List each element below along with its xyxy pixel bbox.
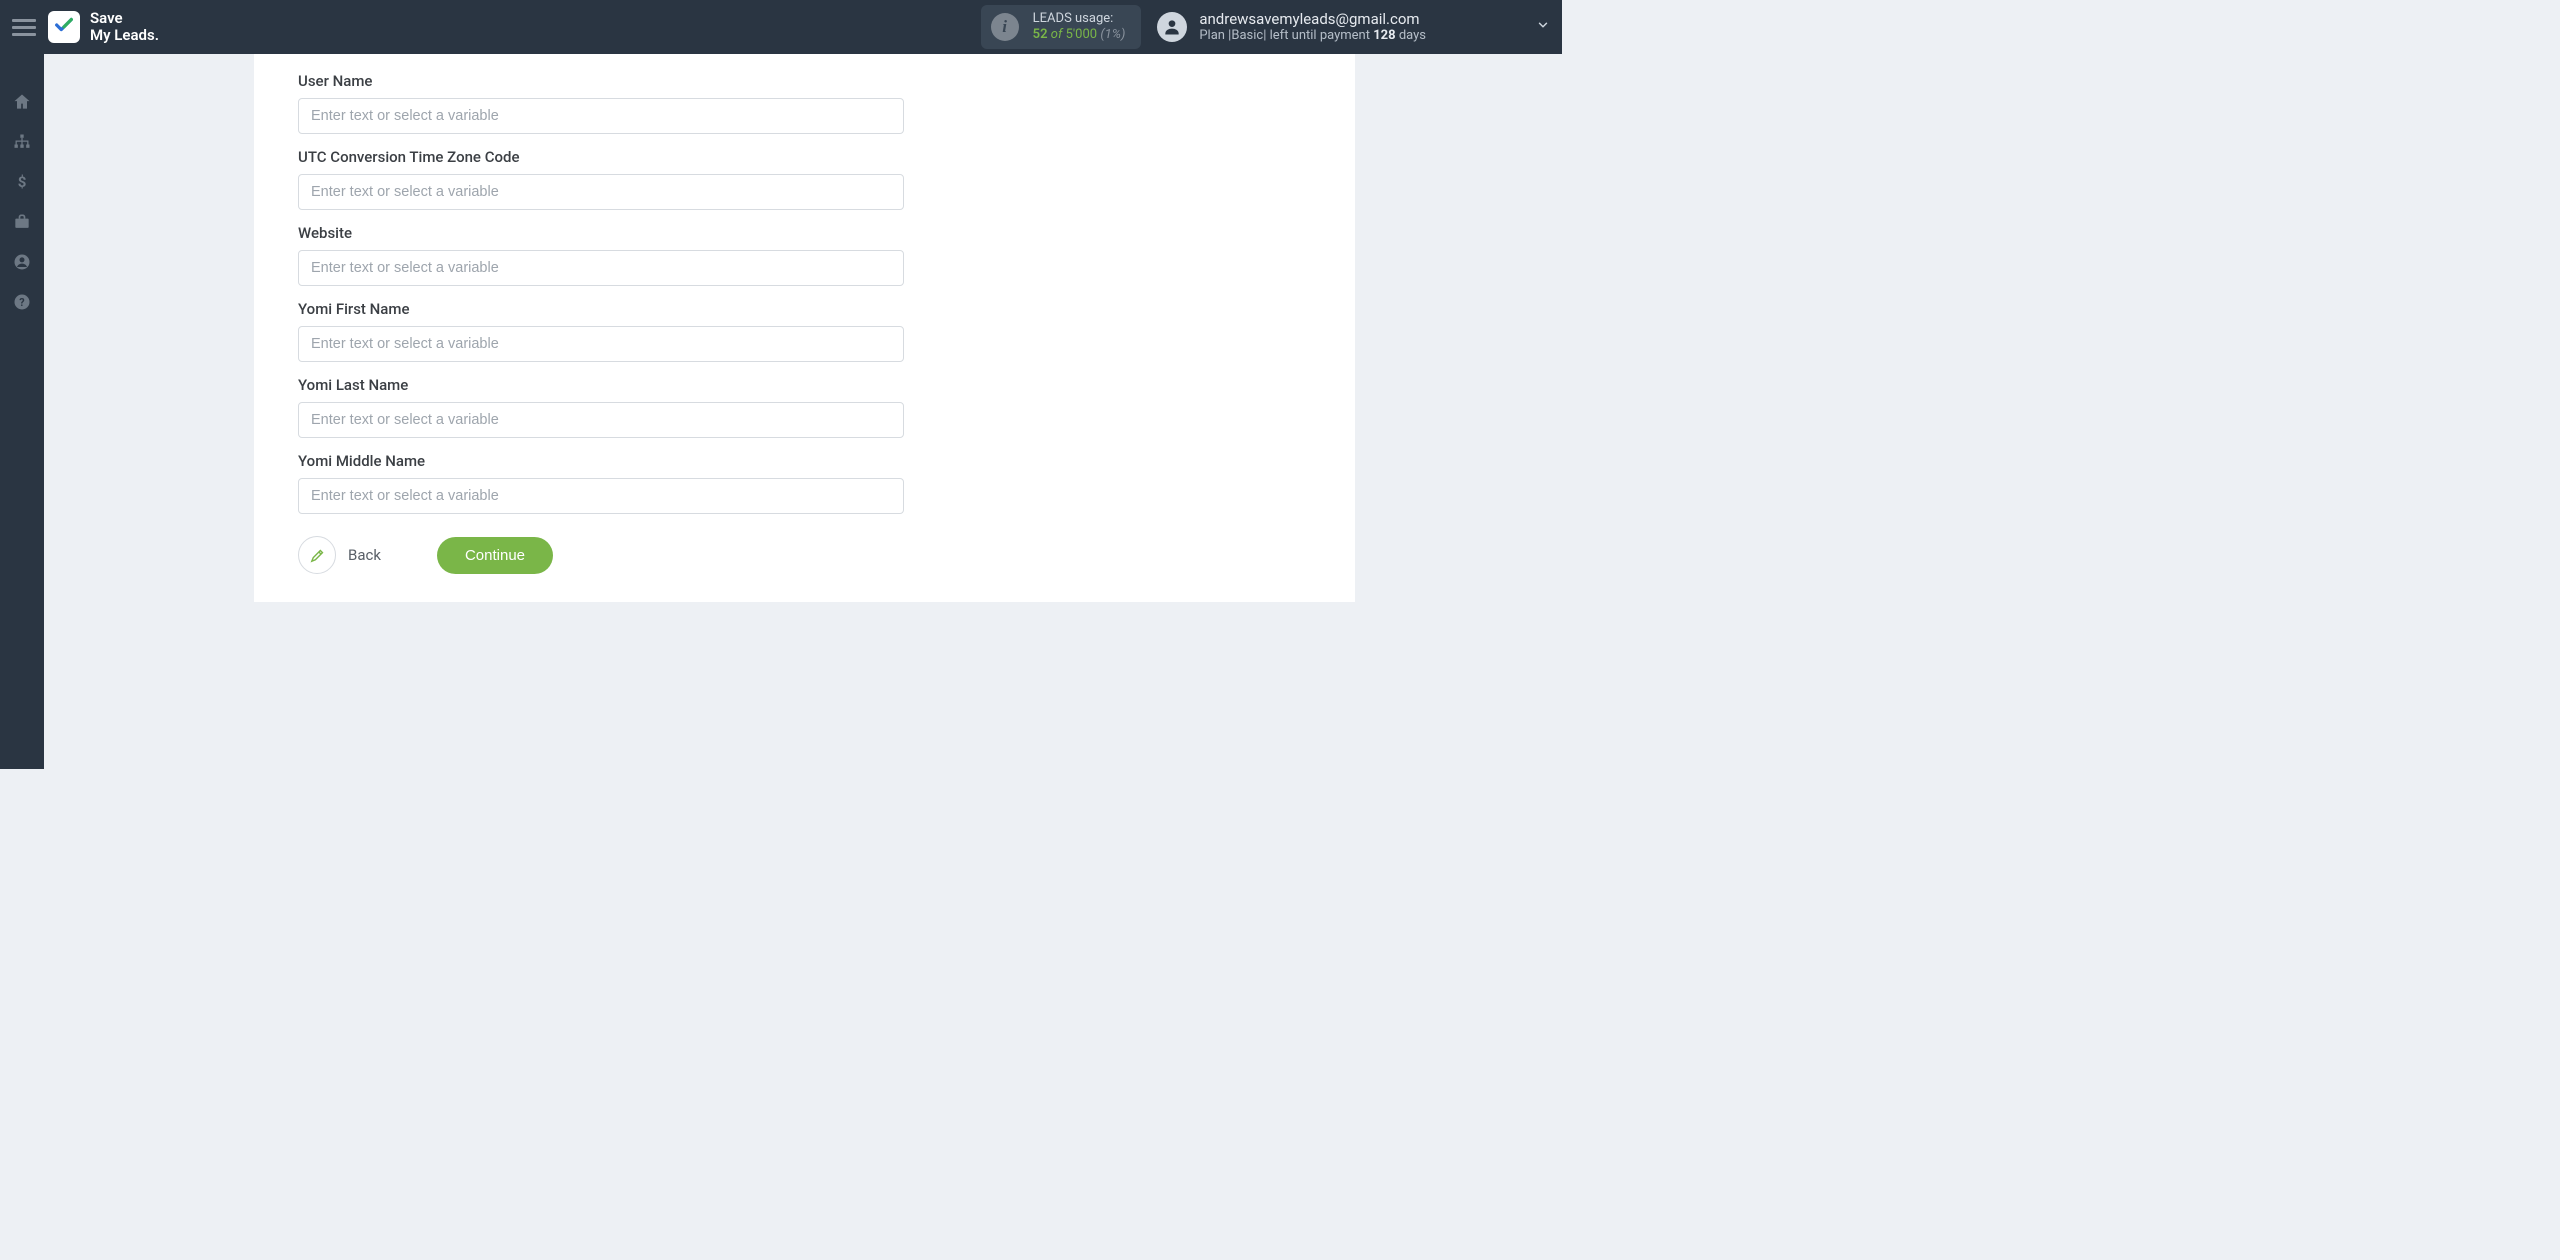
chevron-down-icon [1536, 18, 1550, 36]
field-label: User Name [298, 72, 1311, 90]
website-input[interactable] [298, 250, 904, 286]
back-button[interactable]: Back [298, 536, 381, 574]
sidebar-item-billing[interactable]: $ [0, 162, 44, 202]
user-name-input[interactable] [298, 98, 904, 134]
button-row: Back Continue [298, 536, 1311, 574]
usage-used: 52 [1033, 27, 1048, 42]
yomi-first-name-input[interactable] [298, 326, 904, 362]
field-label: Yomi Middle Name [298, 452, 1311, 470]
field-website: Website [298, 224, 1311, 286]
brand-line2: My Leads. [90, 27, 159, 44]
account-menu[interactable]: andrewsavemyleads@gmail.com Plan |Basic|… [1157, 10, 1550, 44]
sidebar-item-help[interactable]: ? [0, 282, 44, 322]
usage-box[interactable]: i LEADS usage: 52 of 5'000 (1%) [981, 5, 1142, 50]
usage-label: LEADS usage: [1033, 11, 1126, 27]
form-inner: User Name UTC Conversion Time Zone Code … [254, 54, 1355, 574]
checkmark-icon [53, 14, 75, 40]
field-label: Yomi First Name [298, 300, 1311, 318]
plan-days: 128 [1373, 28, 1395, 43]
pencil-icon [298, 536, 336, 574]
account-text: andrewsavemyleads@gmail.com Plan |Basic|… [1199, 10, 1426, 44]
avatar-icon [1157, 12, 1187, 42]
main-layout: $ ? User Name UTC Conversion Time Zone C… [0, 54, 1562, 769]
usage-of: of [1051, 27, 1063, 42]
field-label: Yomi Last Name [298, 376, 1311, 394]
top-header: Save My Leads. i LEADS usage: 52 of 5'00… [0, 0, 1562, 54]
usage-pct: (1%) [1100, 27, 1125, 42]
plan-name: Basic [1231, 28, 1263, 43]
info-icon: i [991, 13, 1019, 41]
brand-line1: Save [90, 10, 159, 27]
hamburger-menu-icon[interactable] [12, 15, 36, 39]
sidebar-item-home[interactable] [0, 82, 44, 122]
account-email: andrewsavemyleads@gmail.com [1199, 10, 1426, 28]
field-yomi-last-name: Yomi Last Name [298, 376, 1311, 438]
usage-text: LEADS usage: 52 of 5'000 (1%) [1033, 11, 1126, 44]
field-yomi-first-name: Yomi First Name [298, 300, 1311, 362]
brand-name: Save My Leads. [90, 10, 159, 45]
back-label: Back [348, 546, 381, 564]
field-label: UTC Conversion Time Zone Code [298, 148, 1311, 166]
continue-button[interactable]: Continue [437, 537, 553, 574]
yomi-middle-name-input[interactable] [298, 478, 904, 514]
field-user-name: User Name [298, 72, 1311, 134]
plan-prefix: Plan | [1199, 28, 1231, 43]
sidebar-item-account[interactable] [0, 242, 44, 282]
sidebar-item-briefcase[interactable] [0, 202, 44, 242]
content-area: User Name UTC Conversion Time Zone Code … [44, 54, 1562, 769]
usage-values: 52 of 5'000 (1%) [1033, 27, 1126, 43]
field-yomi-middle-name: Yomi Middle Name [298, 452, 1311, 514]
field-utc-timezone: UTC Conversion Time Zone Code [298, 148, 1311, 210]
usage-total: 5'000 [1066, 27, 1098, 42]
account-plan-line: Plan |Basic| left until payment 128 days [1199, 28, 1426, 44]
yomi-last-name-input[interactable] [298, 402, 904, 438]
plan-days-suffix: days [1396, 28, 1426, 43]
utc-timezone-input[interactable] [298, 174, 904, 210]
svg-text:?: ? [19, 296, 24, 309]
sidebar-item-connections[interactable] [0, 122, 44, 162]
field-label: Website [298, 224, 1311, 242]
form-card: User Name UTC Conversion Time Zone Code … [254, 54, 1355, 602]
brand-logo[interactable] [48, 11, 80, 43]
plan-mid: | left until payment [1263, 28, 1373, 43]
svg-text:$: $ [18, 173, 27, 191]
sidebar: $ ? [0, 54, 44, 769]
